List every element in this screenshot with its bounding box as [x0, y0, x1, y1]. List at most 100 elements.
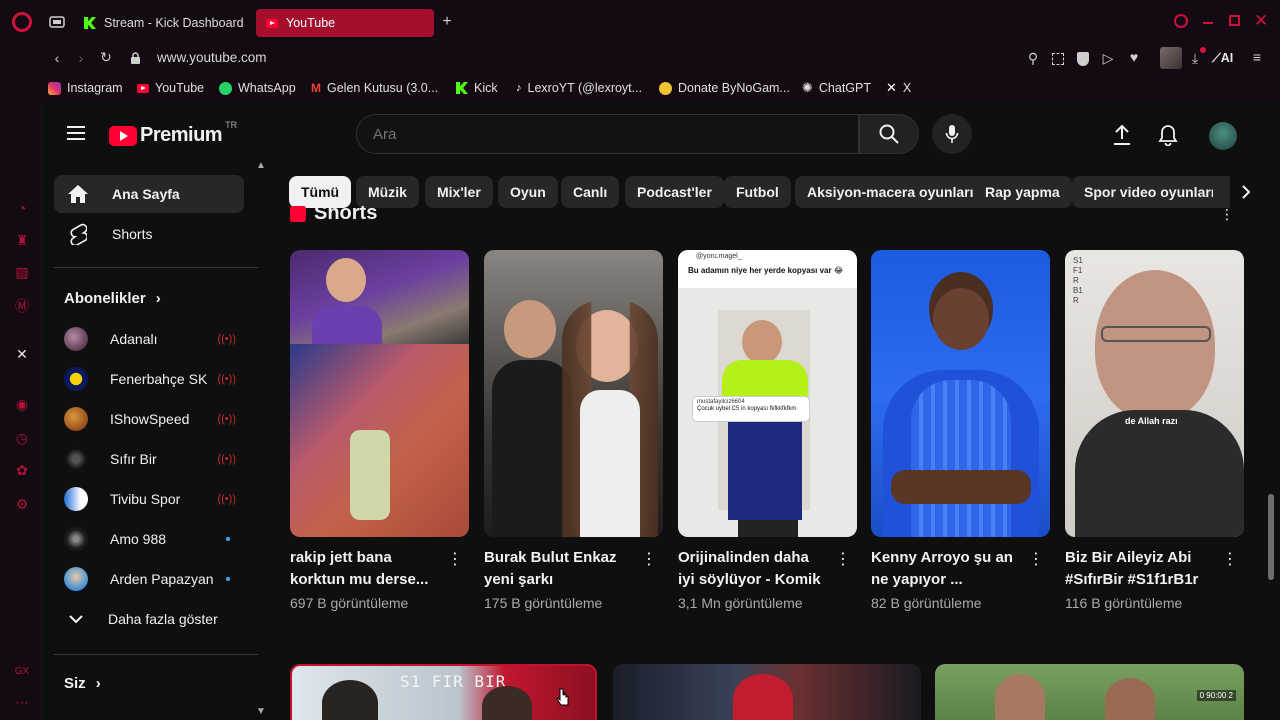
download-icon[interactable]: ⤓ — [1188, 50, 1202, 67]
short-title[interactable]: Burak Bulut Enkaz yeni şarkı — [484, 547, 634, 591]
short-thumbnail[interactable] — [484, 250, 663, 537]
settings-icon[interactable]: ⚙ — [14, 496, 30, 512]
chip-sports-games[interactable]: Spor video oyunları — [1072, 176, 1227, 208]
minimize-button[interactable] — [1203, 22, 1213, 24]
aria-icon[interactable]: ◔ — [14, 200, 30, 216]
subscription-sifir-bir[interactable]: Sıfır Bir ((•)) — [54, 440, 244, 478]
tab-islands-icon[interactable] — [48, 14, 66, 30]
video-thumbnail[interactable]: 0 90:00 2 — [935, 664, 1244, 720]
tab-kick-dashboard[interactable]: Stream - Kick Dashboard — [74, 9, 254, 37]
snapshot-icon[interactable] — [1052, 53, 1064, 65]
url-field[interactable]: www.youtube.com — [157, 50, 267, 65]
forward-icon[interactable]: › — [74, 50, 88, 66]
chip-action-adventure[interactable]: Aksiyon-macera oyunları — [795, 176, 986, 208]
notifications-bell-icon[interactable] — [1158, 124, 1178, 151]
short-thumbnail[interactable]: @yoru.magel_ Bu adamın niye her yerde ko… — [678, 250, 857, 537]
subscription-arden-papazyan[interactable]: Arden Papazyan — [54, 560, 244, 598]
heart-icon[interactable]: ♥ — [1126, 49, 1142, 65]
create-upload-icon[interactable] — [1112, 124, 1132, 151]
more-icon[interactable]: ⋯ — [14, 694, 30, 710]
search-input[interactable] — [357, 115, 858, 153]
subscription-fenerbahce[interactable]: Fenerbahçe SK ((•)) — [54, 360, 244, 398]
chip-music[interactable]: Müzik — [356, 176, 419, 208]
bookmark-youtube[interactable]: YouTube — [137, 79, 204, 97]
short-title[interactable]: rakip jett bana korktun mu derse... ... — [290, 547, 440, 591]
extensions-icon[interactable]: ✿ — [14, 462, 30, 478]
chip-mixes[interactable]: Mix'ler — [425, 176, 493, 208]
player-icon[interactable]: ◉ — [14, 396, 30, 412]
short-title[interactable]: Kenny Arroyo şu an ne yapıyor ... — [871, 547, 1021, 591]
twitch-icon[interactable]: ▨ — [14, 264, 30, 280]
shield-icon[interactable] — [1077, 52, 1089, 66]
home-icon — [66, 182, 90, 206]
bookmark-whatsapp[interactable]: WhatsApp — [219, 79, 296, 97]
shorts-options-icon[interactable]: ⋮ — [1220, 206, 1234, 223]
video-thumbnail[interactable] — [613, 664, 921, 720]
subscription-adanali[interactable]: Adanalı ((•)) — [54, 320, 244, 358]
chip-podcasts[interactable]: Podcast'ler — [625, 176, 724, 208]
tab-search-icon[interactable] — [1174, 14, 1188, 28]
chip-rap[interactable]: Rap yapma — [973, 176, 1072, 208]
history-icon[interactable]: ◷ — [14, 430, 30, 446]
mail-icon[interactable]: Ⓜ — [14, 298, 30, 314]
search-button[interactable] — [859, 114, 919, 154]
subscription-amo-988[interactable]: Amo 988 — [54, 520, 244, 558]
chip-football[interactable]: Futbol — [724, 176, 791, 208]
reload-icon[interactable]: ↻ — [98, 49, 114, 66]
short-thumbnail[interactable]: S1 F1 R B1 R de Allah razı — [1065, 250, 1244, 537]
show-more-button[interactable]: Daha fazla göster — [54, 600, 244, 638]
short-title[interactable]: Biz Bir Aileyiz Abi #SıfırBir #S1f1rB1r … — [1065, 547, 1215, 591]
bookmark-donate[interactable]: Donate ByNoGam... — [659, 79, 790, 97]
scroll-down-arrow-icon[interactable]: ▼ — [256, 706, 266, 717]
bookmark-gmail[interactable]: M Gelen Kutusu (3.0... — [311, 79, 438, 97]
bookmark-x[interactable]: ✕ X — [886, 79, 911, 97]
short-thumbnail[interactable] — [290, 250, 469, 537]
short-title[interactable]: Orijinalinden daha iyi söylüyor - Komik … — [678, 547, 828, 591]
chip-all[interactable]: Tümü — [289, 176, 352, 208]
opera-logo-icon[interactable] — [12, 12, 32, 32]
x-sidebar-icon[interactable]: ✕ — [14, 346, 30, 362]
page-scrollbar[interactable] — [1268, 494, 1274, 580]
close-window-button[interactable]: ✕ — [1254, 11, 1268, 31]
short-card[interactable]: rakip jett bana korktun mu derse... ... … — [290, 250, 469, 611]
aria-ai-button[interactable]: ⟋AI — [1212, 51, 1233, 66]
account-avatar[interactable] — [1209, 122, 1237, 150]
pin-icon[interactable]: ⚲ — [1026, 50, 1040, 67]
nav-shorts[interactable]: Shorts — [54, 215, 244, 253]
you-section-heading[interactable]: Siz › — [64, 675, 101, 692]
menu-icon[interactable]: ≡ — [1250, 49, 1264, 65]
tab-youtube[interactable]: YouTube — [256, 9, 434, 37]
voice-search-button[interactable] — [932, 114, 972, 154]
play-icon[interactable]: ▷ — [1101, 50, 1115, 67]
gx-icon[interactable]: GX — [14, 664, 30, 680]
maximize-button[interactable] — [1229, 15, 1240, 26]
short-more-options-icon[interactable]: ⋮ — [1028, 550, 1044, 570]
short-more-options-icon[interactable]: ⋮ — [641, 550, 657, 570]
subscription-ishowspeed[interactable]: IShowSpeed ((•)) — [54, 400, 244, 438]
short-card[interactable]: S1 F1 R B1 R de Allah razı Biz Bir Ailey… — [1065, 250, 1244, 611]
chips-next-arrow-icon[interactable] — [1230, 176, 1262, 208]
short-card[interactable]: Kenny Arroyo şu an ne yapıyor ... 82 B g… — [871, 250, 1050, 611]
new-tab-button[interactable]: + — [438, 13, 456, 31]
chip-gaming[interactable]: Oyun — [498, 176, 558, 208]
short-more-options-icon[interactable]: ⋮ — [1222, 550, 1238, 570]
subscription-tivibu-spor[interactable]: Tivibu Spor ((•)) — [54, 480, 244, 518]
bookmark-instagram[interactable]: Instagram — [48, 79, 123, 97]
video-thumbnail[interactable]: S1 FIR BIR — [290, 664, 597, 720]
bookmark-tiktok[interactable]: ♪ LexroYT (@lexroyt... — [516, 79, 642, 97]
profile-avatar[interactable] — [1160, 47, 1182, 69]
short-more-options-icon[interactable]: ⋮ — [447, 550, 463, 570]
shorts-red-icon — [290, 206, 306, 222]
short-more-options-icon[interactable]: ⋮ — [835, 550, 851, 570]
scroll-up-arrow-icon[interactable]: ▲ — [256, 160, 266, 171]
chip-live[interactable]: Canlı — [561, 176, 620, 208]
back-icon[interactable]: ‹ — [50, 50, 64, 66]
bookmark-chatgpt[interactable]: ✺ ChatGPT — [802, 79, 871, 97]
bookmark-kick[interactable]: Kick — [456, 79, 498, 97]
nav-home[interactable]: Ana Sayfa — [54, 175, 244, 213]
subscriptions-heading[interactable]: Abonelikler › — [64, 290, 161, 307]
short-card[interactable]: @yoru.magel_ Bu adamın niye her yerde ko… — [678, 250, 857, 611]
short-thumbnail[interactable] — [871, 250, 1050, 537]
short-card[interactable]: Burak Bulut Enkaz yeni şarkı 175 B görün… — [484, 250, 663, 611]
messenger-icon[interactable]: ♜ — [14, 232, 30, 248]
